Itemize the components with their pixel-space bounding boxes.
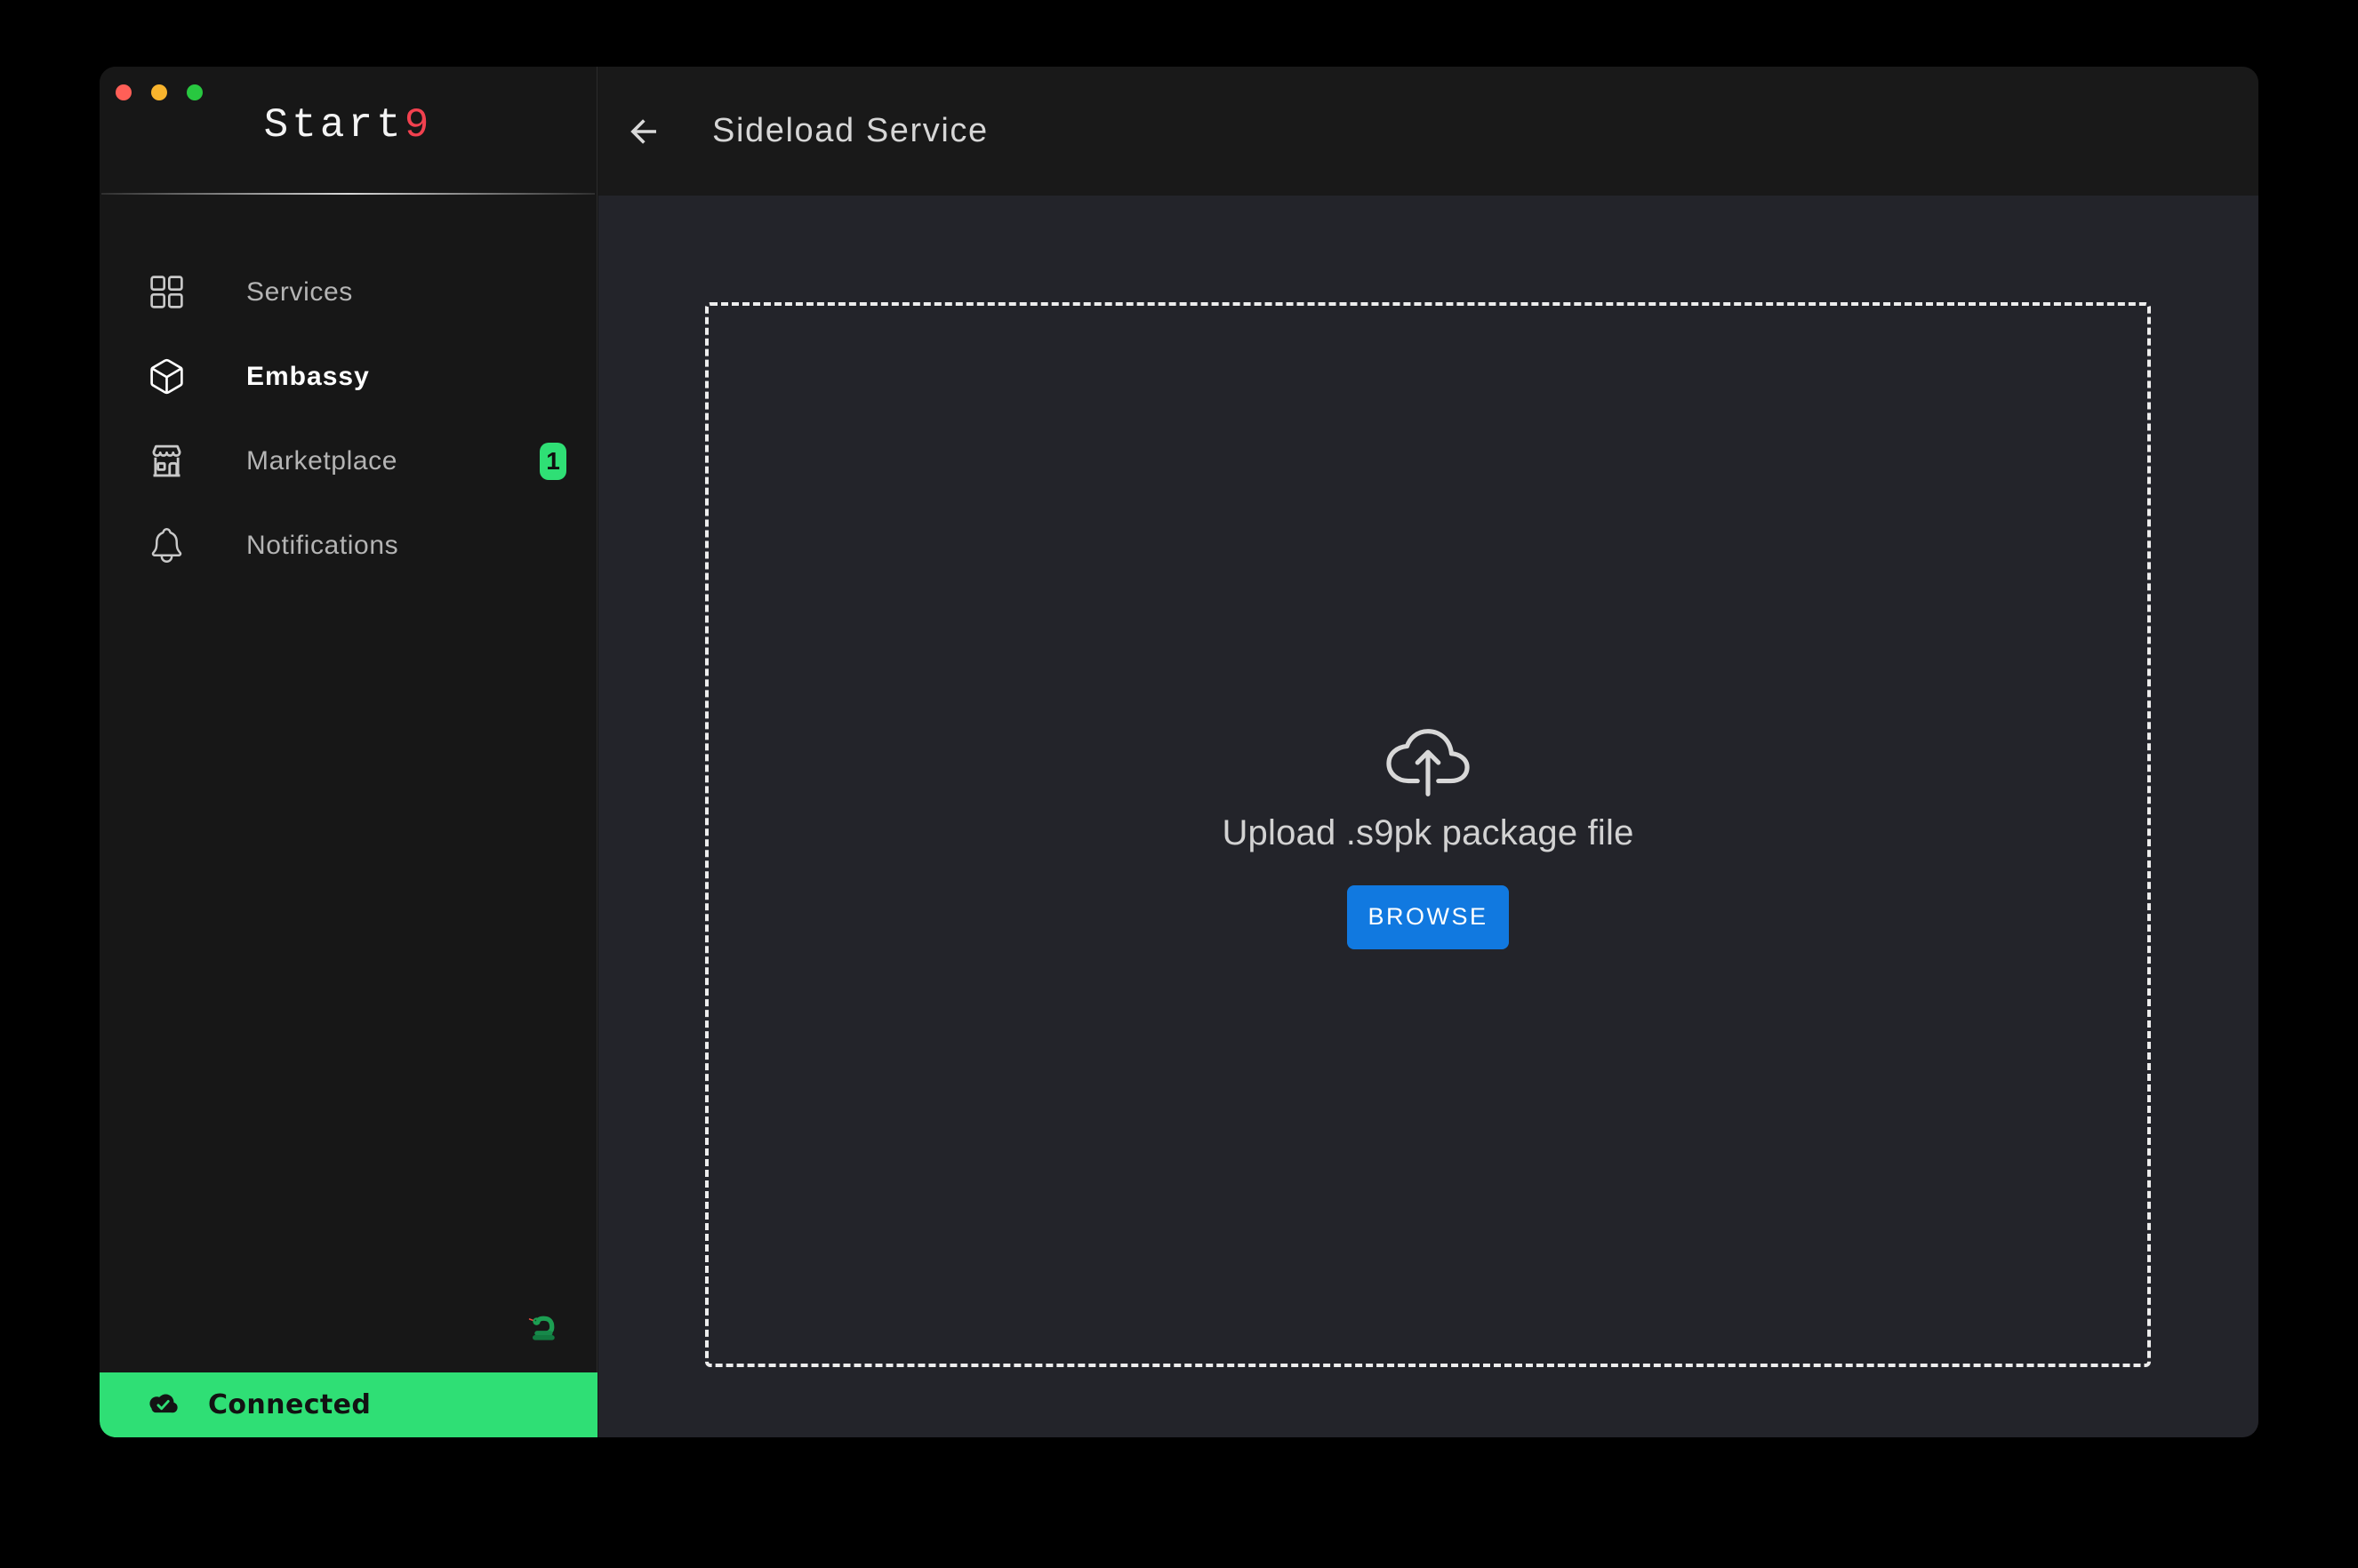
page-content: Upload .s9pk package file BROWSE: [598, 196, 2258, 1437]
logo-text: Start: [264, 102, 405, 148]
sidebar-item-label: Notifications: [246, 531, 398, 561]
cloud-upload-icon: [1386, 721, 1470, 804]
sidebar-item-label: Services: [246, 277, 353, 308]
app-window: Start9 Services: [100, 67, 2258, 1437]
storefront-icon: [147, 441, 187, 481]
window-controls: [116, 84, 203, 100]
back-button[interactable]: [625, 113, 662, 150]
upload-dropzone[interactable]: Upload .s9pk package file BROWSE: [705, 302, 2151, 1367]
sidebar: Start9 Services: [100, 67, 598, 1437]
arrow-back-icon: [626, 114, 662, 149]
sidebar-item-notifications[interactable]: Notifications: [100, 503, 597, 588]
upload-instruction-label: Upload .s9pk package file: [1222, 813, 1633, 853]
sidebar-divider: [101, 193, 595, 195]
start9-logo: Start9: [100, 102, 597, 148]
browse-button[interactable]: BROWSE: [1347, 885, 1509, 949]
cloud-check-icon: [140, 1388, 183, 1421]
cube-icon: [147, 356, 187, 396]
sidebar-nav: Services Embassy: [100, 250, 597, 588]
bell-icon: [147, 525, 187, 565]
snake-icon: [527, 1309, 559, 1345]
marketplace-update-badge: 1: [540, 443, 566, 480]
zoom-window-button[interactable]: [187, 84, 203, 100]
sidebar-item-label: Marketplace: [246, 446, 397, 476]
connection-status-bar[interactable]: Connected: [100, 1372, 598, 1437]
page-header: Sideload Service: [598, 67, 2258, 196]
sidebar-item-label: Embassy: [246, 362, 370, 392]
connection-status-label: Connected: [208, 1389, 371, 1420]
sidebar-item-services[interactable]: Services: [100, 250, 597, 334]
grid-icon: [147, 272, 187, 312]
logo-accent-9: 9: [405, 102, 433, 148]
sidebar-item-embassy[interactable]: Embassy: [100, 334, 597, 419]
page-title: Sideload Service: [712, 112, 989, 150]
minimize-window-button[interactable]: [151, 84, 167, 100]
sidebar-item-marketplace[interactable]: Marketplace 1: [100, 419, 597, 503]
close-window-button[interactable]: [116, 84, 132, 100]
